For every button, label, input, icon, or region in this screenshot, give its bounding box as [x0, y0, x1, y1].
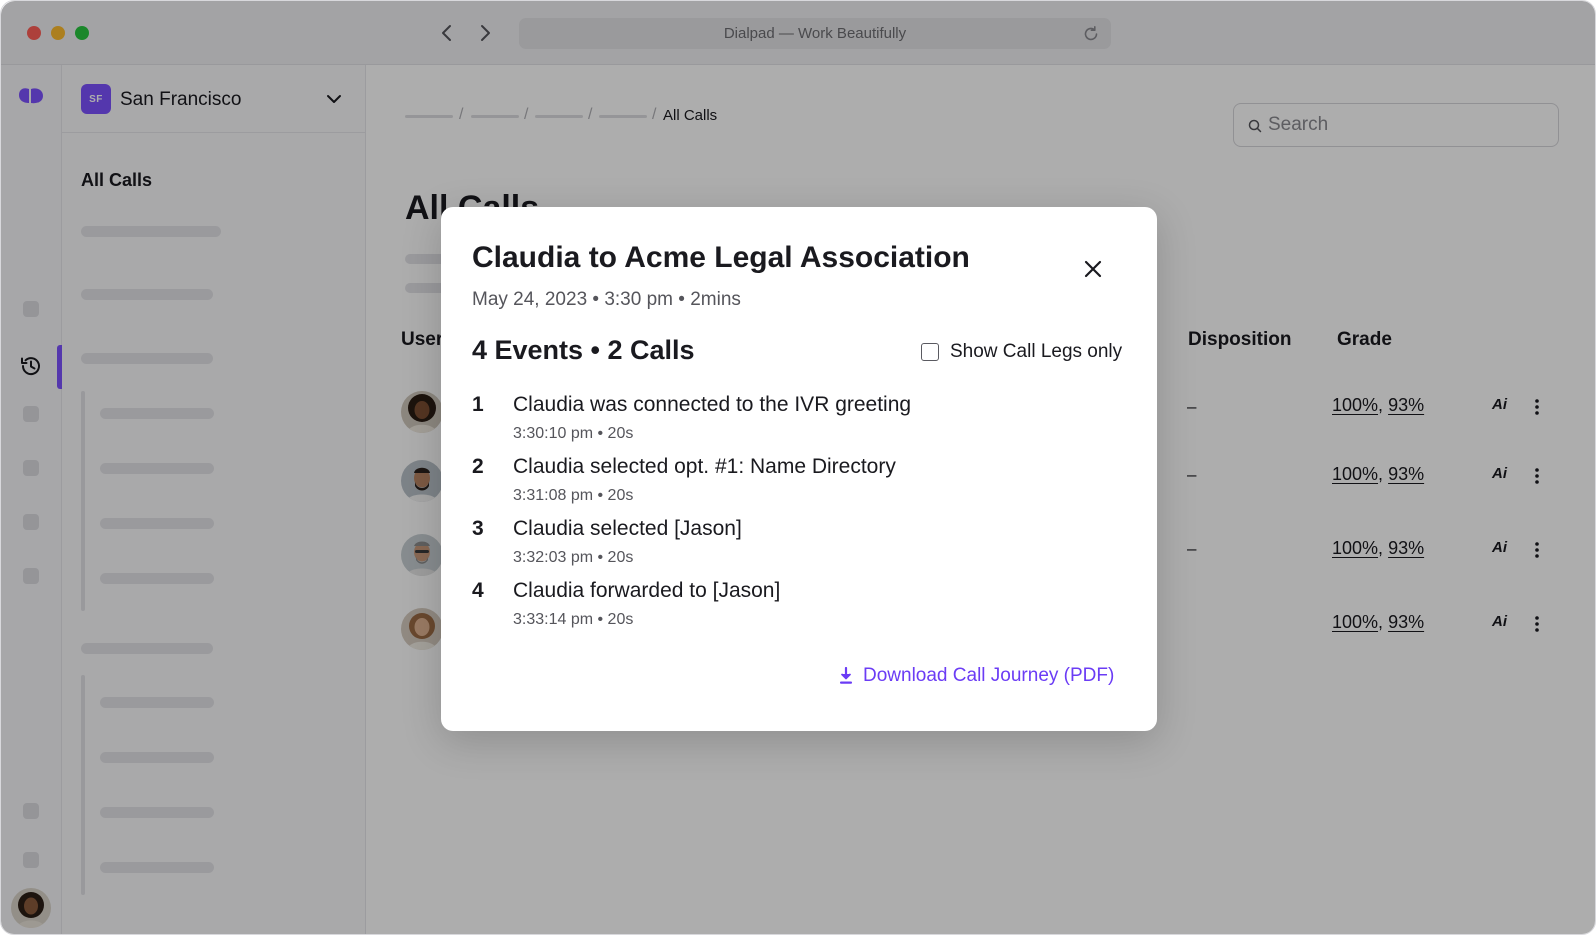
call-journey-modal: Claudia to Acme Legal Association May 24… [441, 207, 1157, 731]
download-call-journey-button[interactable]: Download Call Journey (PDF) [838, 665, 1114, 687]
show-call-legs-checkbox[interactable] [921, 343, 939, 361]
show-call-legs-toggle[interactable]: Show Call Legs only [921, 341, 1122, 363]
event-description: Claudia was connected to the IVR greetin… [513, 393, 912, 416]
events-summary: 4 Events • 2 Calls [472, 335, 695, 365]
event-time: 3:33:14 pm • 20s [513, 611, 634, 628]
event-item: 2 Claudia selected opt. #1: Name Directo… [472, 455, 1112, 511]
event-number: 2 [472, 455, 484, 478]
event-item: 1 Claudia was connected to the IVR greet… [472, 393, 1112, 449]
call-meta: May 24, 2023 • 3:30 pm • 2mins [472, 289, 741, 310]
event-number: 1 [472, 393, 484, 416]
event-item: 4 Claudia forwarded to [Jason] 3:33:14 p… [472, 579, 1112, 635]
modal-title: Claudia to Acme Legal Association [472, 241, 970, 274]
download-icon [840, 667, 852, 684]
close-icon[interactable] [1081, 257, 1105, 281]
event-time: 3:31:08 pm • 20s [513, 487, 634, 504]
event-number: 3 [472, 517, 484, 540]
event-number: 4 [472, 579, 484, 602]
event-time: 3:30:10 pm • 20s [513, 425, 634, 442]
show-call-legs-label: Show Call Legs only [950, 341, 1123, 362]
event-time: 3:32:03 pm • 20s [513, 549, 634, 566]
event-description: Claudia selected opt. #1: Name Directory [513, 455, 896, 478]
download-call-journey-label: Download Call Journey (PDF) [863, 665, 1115, 686]
event-description: Claudia selected [Jason] [513, 517, 742, 540]
event-item: 3 Claudia selected [Jason] 3:32:03 pm • … [472, 517, 1112, 573]
app-window: Dialpad — Work Beautifully SF San Franci… [0, 0, 1596, 935]
event-description: Claudia forwarded to [Jason] [513, 579, 781, 602]
